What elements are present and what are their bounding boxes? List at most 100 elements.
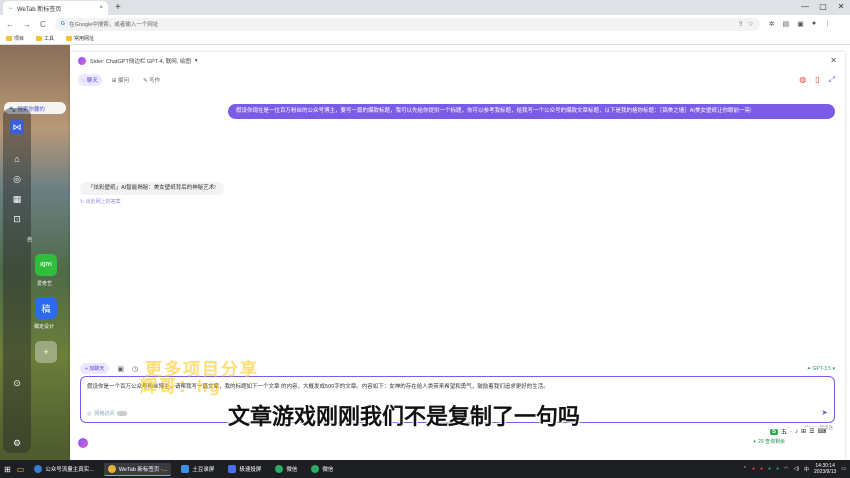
settings-circle-icon[interactable]: ⊙ — [10, 376, 24, 390]
address-bar[interactable]: G 在Google中搜索，或者输入一个网址 ⇪ ☆ — [54, 17, 760, 31]
wetab-favicon-icon: ↔ — [8, 5, 14, 11]
extensions-icon[interactable]: ✲ — [769, 20, 775, 28]
app-iqiyi[interactable]: iQIYI — [35, 254, 57, 276]
app-label: 爱奇艺 — [37, 281, 53, 287]
globe-icon: ◎ — [87, 410, 92, 417]
sogou-icon[interactable]: S — [770, 428, 779, 435]
inbox-icon[interactable]: ⊡ — [10, 212, 24, 226]
tray-app-icon[interactable]: ● — [752, 466, 755, 472]
sider-logo-icon — [78, 57, 86, 65]
ime-menu-icon[interactable]: ☰ — [809, 428, 814, 435]
bookmark-star-icon[interactable]: ☆ — [748, 20, 754, 28]
ime-voice-icon[interactable]: ♪ — [795, 429, 798, 435]
forward-button[interactable]: → — [23, 20, 31, 29]
history-icon[interactable]: ◷ — [132, 365, 138, 373]
sider-title: Sider: ChatGPT侧边栏 GPT-4, 联网, 绘图 — [90, 59, 191, 65]
compass-icon[interactable]: ◎ — [10, 172, 24, 186]
gaoding-icon: 稿 — [41, 303, 51, 314]
wechat-icon — [311, 465, 320, 473]
taskbar-item[interactable]: WeTab 新标签页 -... — [103, 462, 172, 476]
bookmark-folder[interactable]: 项目 — [6, 35, 24, 42]
taskbar-item[interactable]: 极速投屏 — [224, 463, 265, 475]
close-window-button[interactable]: ✕ — [832, 0, 850, 15]
video-subtitle: 文章游戏刚刚我们不是复制了一句吗 — [228, 404, 581, 429]
document-icon[interactable]: ▯ — [815, 75, 819, 85]
wetab-logo-icon[interactable]: ⋈ — [10, 120, 24, 134]
taskbar-item[interactable]: 微信 — [271, 463, 301, 475]
tray-app-icon[interactable]: ● — [768, 466, 771, 472]
mode-tabs: ◌ 聊天 ⊞ 摄问 ✎ 写作 — [78, 74, 164, 86]
user-message: 假设你现在是一位百万粉丝的公众号博主，要写一篇的爆款标题，我可以先给你提供一个标… — [228, 104, 835, 119]
share-icon[interactable]: ⇪ — [738, 20, 744, 28]
back-button[interactable]: ← — [6, 20, 14, 29]
browser-tab[interactable]: ↔ WeTab 新标签页 × — [3, 1, 108, 15]
tray-up-arrow-icon[interactable]: ⌃ — [743, 466, 747, 472]
minimize-button[interactable]: — — [796, 0, 814, 15]
send-button[interactable]: ➤ — [821, 408, 828, 417]
taskbar-item[interactable]: 微信 — [307, 463, 337, 475]
add-app-button[interactable]: + — [35, 341, 57, 363]
taskbar-item[interactable]: 公众号流量主真实... — [30, 463, 98, 475]
toolbar-extensions: ✲ ▤ ▣ ● ⋮ — [769, 20, 831, 28]
sider-bottom-logo-icon[interactable] — [78, 438, 88, 448]
tab-ask[interactable]: ⊞ 摄问 — [108, 74, 133, 86]
windows-start-icon[interactable]: ⊞ — [4, 465, 11, 474]
sidepanel-icon[interactable]: ▣ — [797, 20, 804, 28]
tray-app-icon[interactable]: ● — [760, 466, 763, 472]
recorder-icon — [181, 465, 190, 473]
taskbar-item[interactable]: 土豆录屏 — [177, 463, 218, 475]
google-icon: G — [60, 21, 66, 27]
app-label: 稿定设计 — [34, 324, 55, 330]
toggle-switch[interactable] — [117, 411, 128, 416]
bookmark-folder[interactable]: 常用网址 — [66, 35, 94, 42]
file-explorer-icon[interactable]: ▭ — [17, 465, 25, 474]
home-icon[interactable]: ⌂ — [10, 152, 24, 166]
tab-title: WeTab 新标签页 — [17, 6, 62, 13]
gear-icon[interactable]: ⚙ — [10, 436, 24, 450]
volume-icon[interactable]: ◁) — [793, 466, 799, 472]
header-tools: ◍ ▯ ⤢ — [799, 75, 835, 85]
image-icon[interactable]: ▣ — [117, 365, 124, 373]
bookmarks-bar: 项目 工具 常用网址 — [0, 33, 850, 45]
expand-icon[interactable]: ⤢ — [829, 75, 835, 85]
ime-toolbar: S 五 · ♪ ⊞ ☰ ⌨ — [770, 427, 827, 436]
cast-icon — [228, 465, 237, 473]
chrome-icon — [107, 464, 116, 473]
system-clock[interactable]: 14:30:14 2023/9/13 — [814, 463, 836, 475]
web-access-toggle[interactable]: ◎ 网络访问 — [87, 410, 128, 417]
watermark-line2: 辉哥：hg — [140, 377, 222, 396]
sider-dropdown-icon[interactable]: ▾ — [195, 58, 198, 64]
sider-header: Sider: ChatGPT侧边栏 GPT-4, 联网, 绘图 ▾ — [70, 52, 845, 70]
tab-write[interactable]: ✎ 写作 — [139, 74, 164, 86]
reading-list-icon[interactable]: ▤ — [783, 20, 790, 28]
ime-mode[interactable]: 五 — [781, 427, 787, 436]
ime-grid-icon[interactable]: ⊞ — [801, 428, 806, 435]
ime-punct[interactable]: · — [790, 429, 792, 435]
clock-date: 2023/9/13 — [814, 469, 837, 475]
profile-icon[interactable]: ● — [812, 20, 816, 28]
tray-app-icon[interactable]: ● — [776, 466, 779, 472]
model-selector[interactable]: ✦ GPT-3.5 ▾ — [807, 366, 835, 372]
folder-icon — [36, 36, 43, 41]
menu-icon[interactable]: ⋮ — [824, 20, 831, 28]
ime-language[interactable]: 中 — [804, 466, 809, 473]
new-chat-button[interactable]: + 加聊天 — [80, 363, 110, 374]
gift-icon[interactable]: ◍ — [799, 75, 806, 85]
bookmark-folder[interactable]: 工具 — [36, 35, 54, 42]
close-panel-button[interactable]: ✕ — [830, 56, 837, 65]
notification-icon[interactable]: ▭ — [841, 466, 846, 472]
close-tab-icon[interactable]: × — [99, 5, 103, 11]
wechat-icon — [275, 465, 284, 473]
new-tab-button[interactable]: + — [115, 2, 121, 13]
tab-chat[interactable]: ◌ 聊天 — [78, 74, 102, 86]
assistant-source-link[interactable]: ↻ 出处网上的答案 — [80, 198, 121, 205]
network-icon[interactable]: ◠ — [784, 466, 788, 472]
windows-taskbar: ⊞ ▭ 公众号流量主真实... WeTab 新标签页 -... 土豆录屏 极速投… — [0, 460, 850, 478]
iqiyi-icon: iQIYI — [35, 254, 57, 276]
ime-keyboard-icon[interactable]: ⌨ — [817, 428, 826, 435]
assistant-message: 「炫彩壁纸」AI智能揭秘：美女壁纸背后的神秘艺术! — [80, 182, 224, 195]
app-gaoding[interactable]: 稿 — [35, 297, 57, 319]
reload-button[interactable]: C — [40, 20, 46, 29]
maximize-button[interactable]: ▢ — [814, 0, 832, 15]
grid-icon[interactable]: ▦ — [10, 192, 24, 206]
